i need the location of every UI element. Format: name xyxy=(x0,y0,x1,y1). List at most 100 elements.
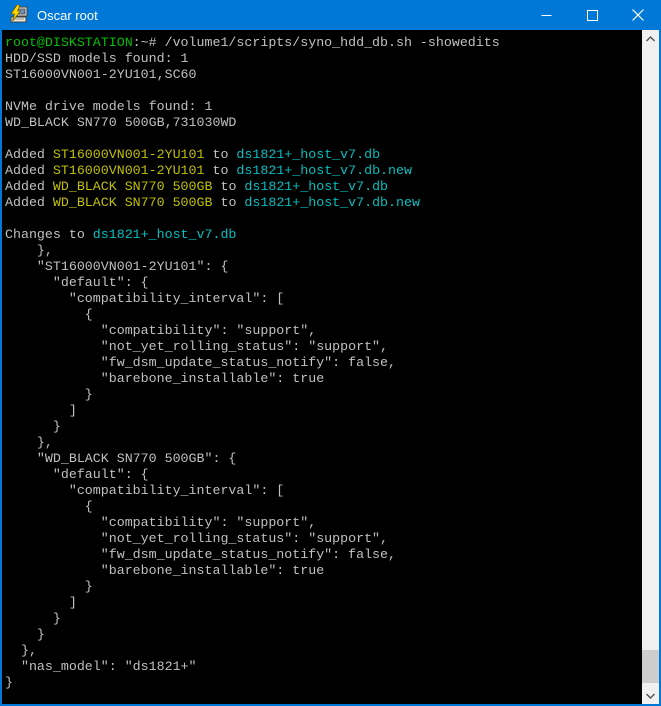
title-bar[interactable]: Oscar root xyxy=(0,0,661,30)
scroll-up-button[interactable] xyxy=(642,30,659,47)
terminal-text-segment: "fw_dsm_update_status_notify": false, xyxy=(5,355,396,370)
terminal-line: "compatibility": "support", xyxy=(5,515,642,531)
terminal-body: root@DISKSTATION:~# /volume1/scripts/syn… xyxy=(0,30,661,706)
terminal-line: "nas_model": "ds1821+" xyxy=(5,659,642,675)
terminal-line: "barebone_installable": true xyxy=(5,371,642,387)
terminal-text-segment: "ST16000VN001-2YU101": { xyxy=(5,259,228,274)
terminal-line xyxy=(5,211,642,227)
terminal-screen[interactable]: root@DISKSTATION:~# /volume1/scripts/syn… xyxy=(2,30,642,704)
terminal-line: "compatibility_interval": [ xyxy=(5,291,642,307)
terminal-text-segment: "not_yet_rolling_status": "support", xyxy=(5,531,388,546)
terminal-text-segment: ds1821+_host_v7.db xyxy=(236,147,380,162)
terminal-line: } xyxy=(5,419,642,435)
terminal-line: }, xyxy=(5,435,642,451)
terminal-line: "ST16000VN001-2YU101": { xyxy=(5,259,642,275)
terminal-text-segment: "compatibility": "support", xyxy=(5,323,316,338)
terminal-text-segment: ] xyxy=(5,403,77,418)
terminal-line: Added WD_BLACK SN770 500GB to ds1821+_ho… xyxy=(5,179,642,195)
terminal-text-segment: "nas_model": "ds1821+" xyxy=(5,659,197,674)
terminal-line: { xyxy=(5,307,642,323)
terminal-text-segment: Added xyxy=(5,163,53,178)
terminal-line: ST16000VN001-2YU101,SC60 xyxy=(5,67,642,83)
close-button[interactable] xyxy=(615,0,661,30)
terminal-line: "barebone_installable": true xyxy=(5,563,642,579)
terminal-text-segment: root@DISKSTATION xyxy=(5,35,133,50)
terminal-text-segment: WD_BLACK SN770 500GB,731030WD xyxy=(5,115,236,130)
terminal-text-segment: to xyxy=(205,163,237,178)
terminal-text-segment: Added xyxy=(5,179,53,194)
terminal-line: ] xyxy=(5,595,642,611)
terminal-text-segment: } xyxy=(5,419,61,434)
scrollbar-thumb[interactable] xyxy=(642,650,659,683)
terminal-text-segment: WD_BLACK SN770 500GB xyxy=(53,179,213,194)
terminal-line: } xyxy=(5,627,642,643)
terminal-text-segment: "compatibility_interval": [ xyxy=(5,483,284,498)
terminal-text-segment: Added xyxy=(5,195,53,210)
terminal-text-segment: "barebone_installable": true xyxy=(5,563,324,578)
terminal-text-segment: "default": { xyxy=(5,275,149,290)
terminal-line: root@DISKSTATION:~# /volume1/scripts/syn… xyxy=(5,35,642,51)
terminal-line: }, xyxy=(5,243,642,259)
terminal-text-segment: ds1821+_host_v7.db.new xyxy=(236,163,412,178)
terminal-text-segment: "WD_BLACK SN770 500GB": { xyxy=(5,451,236,466)
maximize-icon xyxy=(587,10,598,21)
terminal-text-segment: to xyxy=(212,179,244,194)
maximize-button[interactable] xyxy=(569,0,615,30)
terminal-line: "not_yet_rolling_status": "support", xyxy=(5,339,642,355)
terminal-text-segment: to xyxy=(205,147,237,162)
terminal-line: Changes to ds1821+_host_v7.db xyxy=(5,227,642,243)
scroll-down-button[interactable] xyxy=(642,687,659,704)
terminal-line: "default": { xyxy=(5,467,642,483)
terminal-text-segment: "default": { xyxy=(5,467,149,482)
terminal-text-segment: HDD/SSD models found: 1 xyxy=(5,51,189,66)
putty-icon-graphic xyxy=(8,5,28,25)
terminal-line: "fw_dsm_update_status_notify": false, xyxy=(5,547,642,563)
terminal-line: WD_BLACK SN770 500GB,731030WD xyxy=(5,115,642,131)
terminal-line xyxy=(5,131,642,147)
terminal-text-segment: WD_BLACK SN770 500GB xyxy=(53,195,213,210)
terminal-text-segment: "compatibility": "support", xyxy=(5,515,316,530)
putty-icon[interactable] xyxy=(8,5,28,25)
minimize-button[interactable] xyxy=(523,0,569,30)
terminal-text-segment: }, xyxy=(5,643,37,658)
terminal-text-segment: }, xyxy=(5,435,53,450)
terminal-text-segment: } xyxy=(5,611,61,626)
putty-window: Oscar root root@DISKSTATION:~# /volume1 xyxy=(0,0,661,706)
terminal-text-segment: ] xyxy=(5,595,77,610)
terminal-line: Added ST16000VN001-2YU101 to ds1821+_hos… xyxy=(5,147,642,163)
scrollbar-track[interactable] xyxy=(642,47,659,687)
terminal-line: Added ST16000VN001-2YU101 to ds1821+_hos… xyxy=(5,163,642,179)
terminal-line: } xyxy=(5,579,642,595)
terminal-line: "not_yet_rolling_status": "support", xyxy=(5,531,642,547)
terminal-text-segment: } xyxy=(5,387,93,402)
terminal-text-segment: NVMe drive models found: 1 xyxy=(5,99,212,114)
terminal-text-segment: to xyxy=(212,195,244,210)
terminal-text-segment: } xyxy=(5,579,93,594)
terminal-line: HDD/SSD models found: 1 xyxy=(5,51,642,67)
terminal-text-segment: } xyxy=(5,627,45,642)
terminal-text-segment: Added xyxy=(5,147,53,162)
terminal-line: "WD_BLACK SN770 500GB": { xyxy=(5,451,642,467)
terminal-text-segment: "barebone_installable": true xyxy=(5,371,324,386)
terminal-line: "compatibility_interval": [ xyxy=(5,483,642,499)
window-controls xyxy=(523,0,661,30)
scrollbar[interactable] xyxy=(642,30,659,704)
close-icon xyxy=(632,9,644,21)
terminal-text-segment: ST16000VN001-2YU101 xyxy=(53,147,205,162)
terminal-text-segment: "compatibility_interval": [ xyxy=(5,291,284,306)
terminal-line: }, xyxy=(5,643,642,659)
terminal-line: } xyxy=(5,611,642,627)
terminal-text-segment: }, xyxy=(5,243,53,258)
terminal-text-segment: ds1821+_host_v7.db xyxy=(93,227,237,242)
terminal-line: "fw_dsm_update_status_notify": false, xyxy=(5,355,642,371)
terminal-text-segment: "fw_dsm_update_status_notify": false, xyxy=(5,547,396,562)
window-title: Oscar root xyxy=(37,8,523,23)
terminal-line: { xyxy=(5,499,642,515)
terminal-line: "default": { xyxy=(5,275,642,291)
terminal-text-segment: "not_yet_rolling_status": "support", xyxy=(5,339,388,354)
terminal-text-segment: ST16000VN001-2YU101,SC60 xyxy=(5,67,197,82)
terminal-line: NVMe drive models found: 1 xyxy=(5,99,642,115)
terminal-line: ] xyxy=(5,403,642,419)
terminal-text-segment: { xyxy=(5,499,93,514)
terminal-line: Added WD_BLACK SN770 500GB to ds1821+_ho… xyxy=(5,195,642,211)
